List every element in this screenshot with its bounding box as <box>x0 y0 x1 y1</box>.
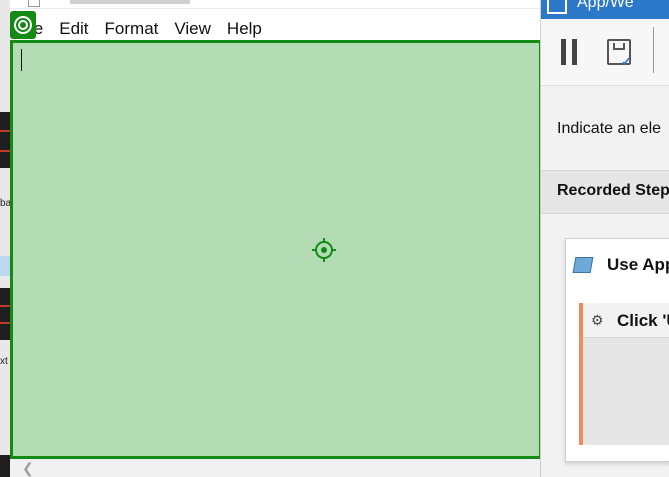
bg-text: xt <box>0 356 8 367</box>
recorder-app-icon <box>547 0 567 14</box>
scroll-left-arrow-icon[interactable]: ❮ <box>22 460 34 477</box>
notepad-window: le Edit Format View Help ❮ <box>10 0 542 477</box>
horizontal-scrollbar[interactable]: ❮ <box>10 459 540 477</box>
recorder-panel: App/We ✓ Indicate an ele Recorded Step U… <box>540 0 669 477</box>
use-app-card-title: Use App <box>607 255 669 274</box>
bg-dark-block <box>0 455 10 477</box>
background-windows: ba xt <box>0 0 11 477</box>
recorder-title-bar: App/We <box>541 0 669 19</box>
click-step-row[interactable]: ⚙ Click 'U <box>583 303 669 338</box>
menu-bar: le Edit Format View Help <box>10 19 278 41</box>
recorded-steps-header: Recorded Step <box>541 170 669 214</box>
bg-blue-block <box>0 256 10 276</box>
target-selector-icon <box>10 11 36 39</box>
click-activity-icon: ⚙ <box>591 312 604 328</box>
bg-red-line <box>0 130 10 132</box>
use-app-card-header[interactable]: Use App <box>566 239 669 291</box>
toolbar-divider <box>653 27 654 73</box>
bg-red-line <box>0 150 10 152</box>
menu-view[interactable]: View <box>174 19 211 41</box>
click-step-label: Click 'U <box>617 311 669 330</box>
bg-dark-block <box>0 288 10 340</box>
bg-dark-block <box>0 112 10 168</box>
bg-red-line <box>0 305 10 307</box>
app-window-icon <box>572 257 594 273</box>
menu-edit[interactable]: Edit <box>59 19 88 41</box>
indicate-instruction: Indicate an ele <box>557 120 662 137</box>
text-editor-area-highlighted[interactable] <box>10 40 542 459</box>
recorder-toolbar: ✓ <box>541 19 669 86</box>
notepad-app-icon <box>28 0 40 7</box>
notepad-title-bar <box>10 0 540 9</box>
step-container: ⚙ Click 'U <box>579 303 669 445</box>
recorder-title: App/We <box>577 0 634 11</box>
recorded-steps-label: Recorded Step <box>557 182 669 199</box>
text-caret <box>21 49 22 71</box>
notepad-title-text <box>70 0 190 4</box>
bg-red-line <box>0 322 10 324</box>
crosshair-target-icon <box>312 238 336 262</box>
menu-help[interactable]: Help <box>227 19 262 41</box>
menu-format[interactable]: Format <box>105 19 159 41</box>
save-icon[interactable]: ✓ <box>607 39 632 69</box>
pause-icon[interactable] <box>561 39 579 65</box>
use-app-card[interactable]: Use App ⚙ Click 'U <box>565 238 669 462</box>
